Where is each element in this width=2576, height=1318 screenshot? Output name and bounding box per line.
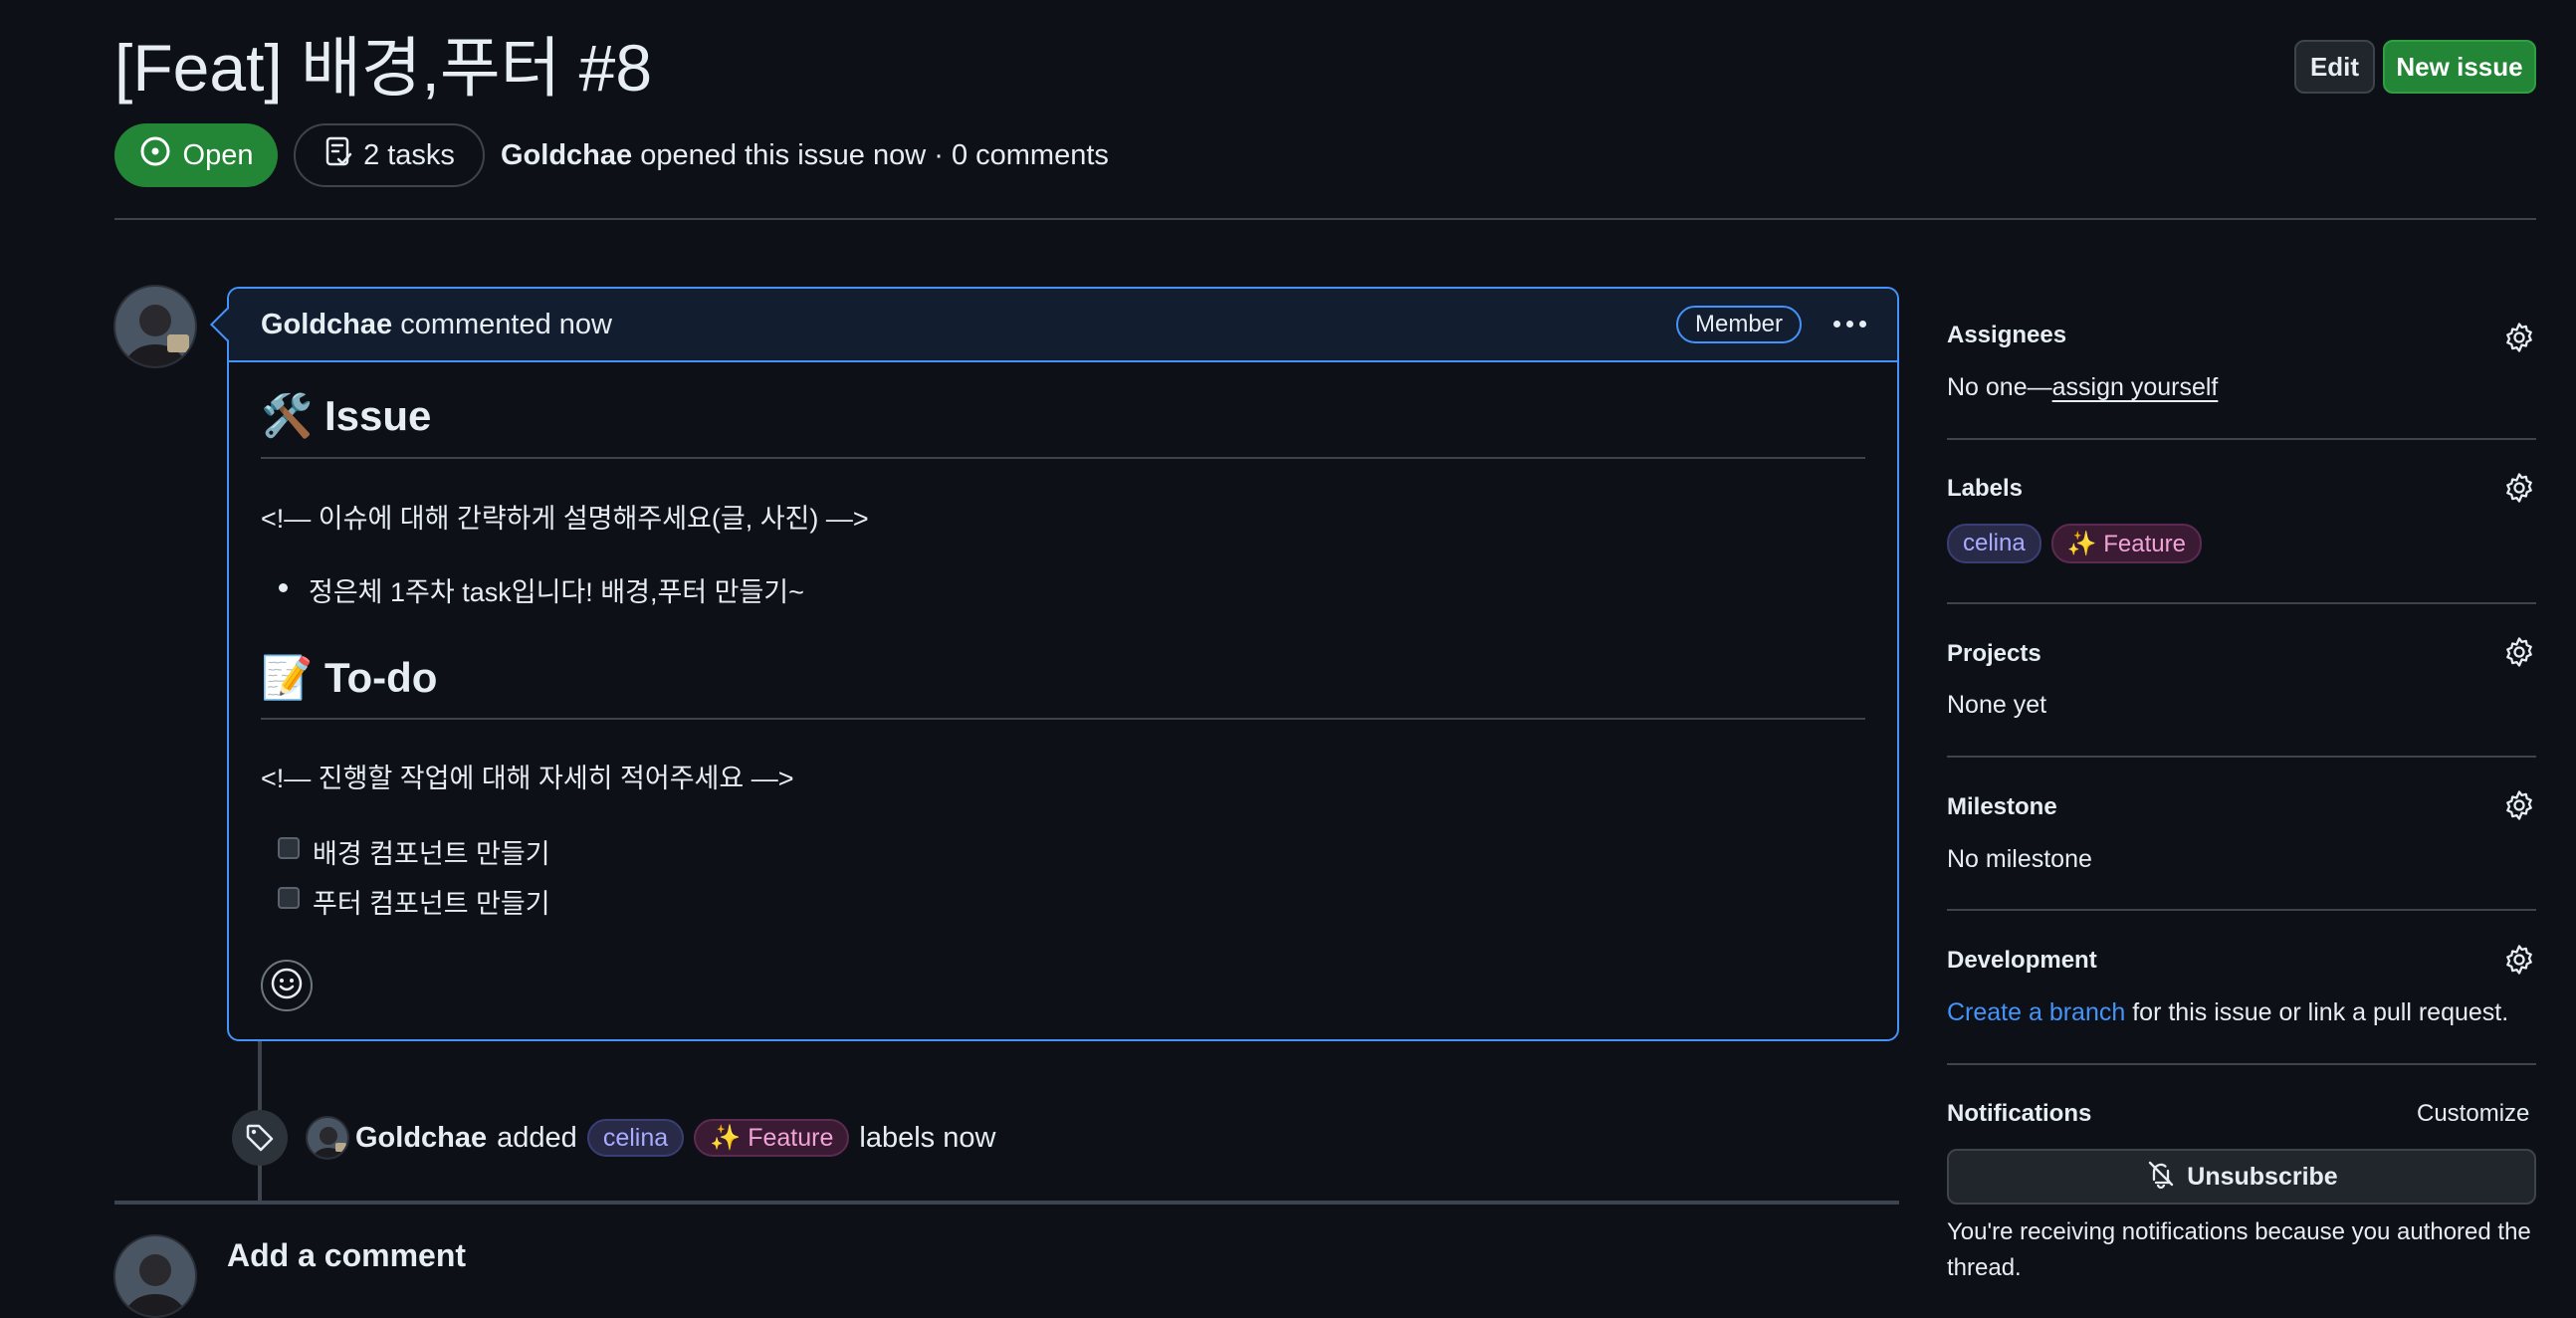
timeline-event: Goldchae added celina ✨ Feature labels n… bbox=[355, 1119, 995, 1157]
avatar[interactable] bbox=[113, 1234, 197, 1318]
create-branch-link[interactable]: Create a branch bbox=[1947, 998, 2125, 1026]
labels-heading: Labels bbox=[1947, 475, 2024, 502]
avatar[interactable] bbox=[306, 1116, 349, 1160]
label-feature[interactable]: ✨ Feature bbox=[2050, 524, 2202, 563]
timeline-action: added bbox=[497, 1122, 577, 1154]
customize-link[interactable]: Customize bbox=[2417, 1100, 2529, 1128]
timeline-suffix: labels now bbox=[859, 1122, 996, 1154]
unsubscribe-label: Unsubscribe bbox=[2187, 1162, 2338, 1191]
label-celina[interactable]: celina bbox=[1947, 524, 2041, 563]
gear-icon[interactable] bbox=[2502, 635, 2536, 669]
assignees-value: No one—assign yourself bbox=[1947, 373, 2218, 402]
issue-bullet-item: 정은체 1주차 task입니다! 배경,푸터 만들기~ bbox=[309, 577, 804, 607]
timeline-author-link[interactable]: Goldchae bbox=[355, 1119, 487, 1157]
heading-divider bbox=[261, 457, 1865, 459]
notifications-reason: You're receiving notifications because y… bbox=[1947, 1218, 2531, 1281]
member-badge: Member bbox=[1676, 306, 1802, 343]
task-item-label: 푸터 컴포넌트 만들기 bbox=[313, 889, 550, 919]
projects-value: None yet bbox=[1947, 691, 2047, 719]
add-comment-heading: Add a comment bbox=[227, 1237, 467, 1273]
gear-icon[interactable] bbox=[2502, 471, 2536, 505]
assignees-heading: Assignees bbox=[1947, 322, 2067, 348]
new-issue-button[interactable]: New issue bbox=[2383, 40, 2536, 94]
development-suffix: for this issue or link a pull request. bbox=[2125, 998, 2509, 1026]
tasks-label: 2 tasks bbox=[363, 138, 455, 171]
gear-icon[interactable] bbox=[2502, 321, 2536, 354]
milestone-value: No milestone bbox=[1947, 845, 2092, 873]
bell-slash-icon bbox=[2145, 1158, 2177, 1197]
issue-title: [Feat] 배경,푸터 #8 bbox=[114, 31, 653, 105]
comment-time[interactable]: commented now bbox=[400, 309, 612, 340]
task-item-label: 배경 컴포넌트 만들기 bbox=[313, 839, 550, 869]
issue-heading: 🛠️ Issue bbox=[261, 392, 432, 439]
issue-state-label: Open bbox=[182, 138, 254, 171]
tasks-button[interactable]: 2 tasks bbox=[294, 123, 485, 187]
tag-icon bbox=[232, 1110, 288, 1166]
bullet-icon bbox=[279, 583, 288, 592]
label-celina[interactable]: celina bbox=[586, 1119, 685, 1157]
assign-yourself-link[interactable]: assign yourself bbox=[2052, 373, 2219, 401]
smiley-icon bbox=[270, 967, 304, 1005]
more-options-icon[interactable] bbox=[1827, 305, 1871, 342]
projects-heading: Projects bbox=[1947, 640, 2041, 667]
checklist-icon bbox=[323, 135, 353, 175]
assignees-none: No one— bbox=[1947, 373, 2052, 401]
sidebar-divider bbox=[1947, 602, 2536, 604]
sidebar-divider bbox=[1947, 1063, 2536, 1065]
development-value: Create a branch for this issue or link a… bbox=[1947, 998, 2508, 1027]
edit-button[interactable]: Edit bbox=[2294, 40, 2375, 94]
issue-open-icon bbox=[139, 135, 171, 175]
comment-header: Goldchae commented now Member bbox=[229, 289, 1897, 362]
todo-heading: 📝 To-do bbox=[261, 654, 438, 701]
issue-comment: Goldchae commented now Member 🛠️ Issue <… bbox=[210, 287, 1899, 1041]
sidebar-divider bbox=[1947, 438, 2536, 440]
unsubscribe-button[interactable]: Unsubscribe bbox=[1947, 1149, 2536, 1205]
task-checkbox[interactable] bbox=[278, 887, 300, 909]
gear-icon[interactable] bbox=[2502, 943, 2536, 977]
issue-state-badge: Open bbox=[114, 123, 278, 187]
comment-author-link[interactable]: Goldchae bbox=[261, 309, 392, 340]
timeline-end-divider bbox=[114, 1201, 1899, 1205]
label-feature[interactable]: ✨ Feature bbox=[694, 1119, 850, 1157]
sidebar-divider bbox=[1947, 909, 2536, 911]
issue-meta: Goldchae opened this issue now · 0 comme… bbox=[501, 137, 1109, 173]
milestone-heading: Milestone bbox=[1947, 793, 2057, 820]
gear-icon[interactable] bbox=[2502, 788, 2536, 822]
comment-author-line: Goldchae commented now bbox=[261, 309, 612, 341]
issue-meta-text: opened this issue now · 0 comments bbox=[640, 139, 1109, 171]
header-divider bbox=[114, 218, 2536, 220]
issue-author-link[interactable]: Goldchae bbox=[501, 139, 632, 171]
heading-divider bbox=[261, 718, 1865, 720]
todo-comment-text: <!— 진행할 작업에 대해 자세히 적어주세요 —> bbox=[261, 764, 794, 793]
issue-comment-text: <!— 이슈에 대해 간략하게 설명해주세요(글, 사진) —> bbox=[261, 504, 869, 534]
labels-list: celina ✨ Feature bbox=[1947, 524, 2202, 563]
sidebar-divider bbox=[1947, 756, 2536, 758]
avatar[interactable] bbox=[113, 285, 197, 368]
add-reaction-button[interactable] bbox=[261, 960, 313, 1011]
task-checkbox[interactable] bbox=[278, 837, 300, 859]
development-heading: Development bbox=[1947, 947, 2097, 974]
notifications-heading: Notifications bbox=[1947, 1100, 2092, 1127]
